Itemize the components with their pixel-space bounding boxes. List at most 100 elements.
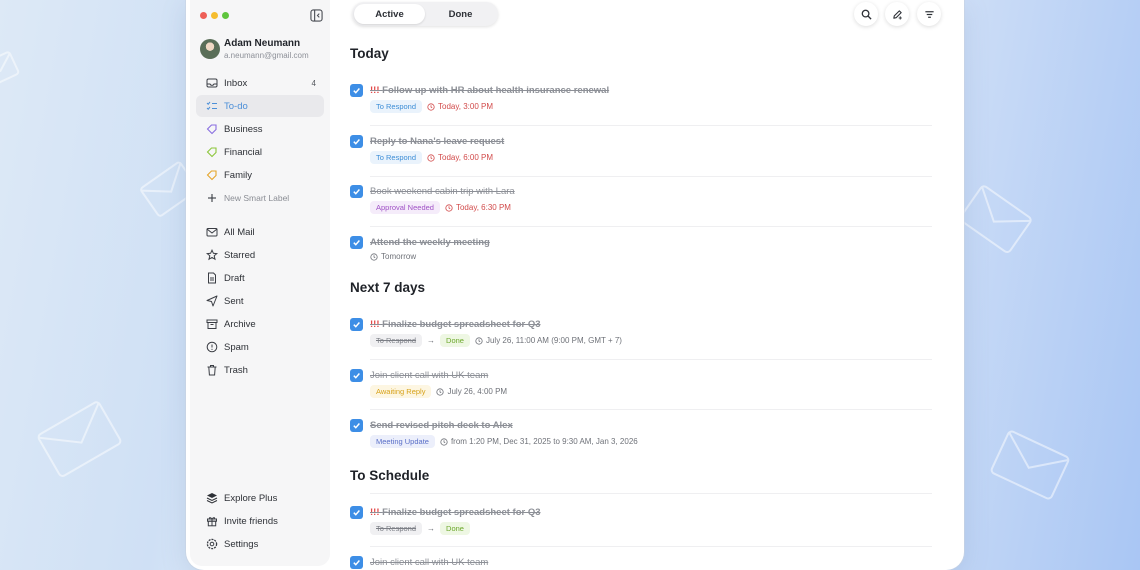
due-time: Today, 6:30 PM [445, 203, 511, 212]
clock-icon [427, 153, 435, 162]
task-checkbox[interactable] [350, 506, 363, 519]
sidebar-toggle-icon[interactable] [310, 9, 323, 22]
sidebar-item-label: Archive [224, 318, 256, 330]
label-icon [206, 123, 218, 135]
sidebar-item-label: Invite friends [224, 515, 278, 527]
sidebar-item-label: Inbox [224, 77, 248, 89]
trash-icon [206, 364, 218, 376]
divider [370, 493, 932, 494]
sidebar-item-all-mail[interactable]: All Mail [196, 221, 324, 243]
divider [370, 176, 932, 177]
sidebar-item-archive[interactable]: Archive [196, 313, 324, 335]
task-title: Send revised pitch deck to Alex [370, 420, 513, 431]
arrow-right-icon: → [427, 524, 436, 533]
divider [370, 546, 932, 547]
check-icon [353, 189, 360, 195]
label-icon [206, 169, 218, 181]
label-icon [206, 146, 218, 158]
clock-icon [440, 437, 448, 446]
sidebar-item-business[interactable]: Business [196, 118, 324, 140]
status-segmented-control: Active Done [352, 2, 498, 26]
tab-active[interactable]: Active [354, 4, 425, 24]
sidebar-item-label: Business [224, 123, 263, 135]
sidebar-item-label: Trash [224, 364, 248, 376]
divider [370, 409, 932, 410]
task-title: !!! Finalize budget spreadsheet for Q3 [370, 507, 541, 518]
sidebar-item-explore-plus[interactable]: Explore Plus [196, 487, 324, 509]
sidebar-item-sent[interactable]: Sent [196, 290, 324, 312]
check-icon [353, 373, 360, 379]
task-title: Reply to Nana's leave request [370, 136, 505, 147]
sidebar-item-label: Sent [224, 295, 244, 307]
sidebar: Adam Neumann a.neumann@gmail.com Inbox 4… [190, 0, 330, 566]
task-checkbox[interactable] [350, 236, 363, 249]
sidebar-item-financial[interactable]: Financial [196, 141, 324, 163]
minimize-window-button[interactable] [211, 12, 218, 19]
alert-circle-icon [206, 341, 218, 353]
search-button[interactable] [854, 2, 878, 26]
priority-marker: !!! [370, 319, 380, 330]
task-title: Attend the weekly meeting [370, 237, 490, 248]
tab-done[interactable]: Done [425, 4, 496, 24]
zoom-window-button[interactable] [222, 12, 229, 19]
task-checkbox[interactable] [350, 369, 363, 382]
sidebar-item-label: All Mail [224, 226, 255, 238]
previous-status-badge: To Respond [370, 334, 423, 347]
sidebar-item-label: Spam [224, 341, 249, 353]
archive-icon [206, 318, 218, 330]
status-badge: Done [440, 334, 470, 347]
status-badge: Approval Needed [370, 201, 440, 214]
task-checkbox[interactable] [350, 419, 363, 432]
user-email: a.neumann@gmail.com [224, 51, 309, 60]
divider [370, 125, 932, 126]
task-checkbox[interactable] [350, 135, 363, 148]
arrow-right-icon: → [427, 336, 436, 345]
gift-icon [206, 515, 218, 527]
check-icon [353, 139, 360, 145]
envelope-decoration-icon [37, 401, 122, 477]
document-icon [206, 272, 218, 284]
task-title-text: Follow up with HR about health insurance… [382, 85, 610, 96]
close-window-button[interactable] [200, 12, 207, 19]
sidebar-item-family[interactable]: Family [196, 164, 324, 186]
sidebar-item-todo[interactable]: To-do [196, 95, 324, 117]
section-heading-next-7-days: Next 7 days [350, 280, 426, 295]
window-controls [200, 12, 229, 19]
sidebar-item-starred[interactable]: Starred [196, 244, 324, 266]
layers-icon [206, 492, 218, 504]
task-checkbox[interactable] [350, 84, 363, 97]
sidebar-item-settings[interactable]: Settings [196, 533, 324, 555]
task-title: Join client call with UK team [370, 557, 489, 568]
clock-icon [445, 203, 453, 212]
task-checkbox[interactable] [350, 318, 363, 331]
status-badge: Awaiting Reply [370, 385, 432, 398]
inbox-icon [206, 77, 218, 89]
task-title: Book weekend cabin trip with Lara [370, 186, 515, 197]
sidebar-item-label: Family [224, 169, 252, 181]
due-time: Today, 3:00 PM [427, 102, 493, 111]
due-time-text: July 26, 11:00 AM (9:00 PM, GMT + 7) [485, 336, 622, 345]
sidebar-item-invite-friends[interactable]: Invite friends [196, 510, 324, 532]
sidebar-item-draft[interactable]: Draft [196, 267, 324, 289]
clock-icon [436, 387, 445, 396]
user-profile[interactable]: Adam Neumann a.neumann@gmail.com [200, 38, 309, 60]
sidebar-item-label: New Smart Label [224, 193, 290, 203]
sidebar-item-inbox[interactable]: Inbox 4 [196, 72, 324, 94]
sidebar-item-trash[interactable]: Trash [196, 359, 324, 381]
status-badge: Meeting Update [370, 435, 435, 448]
status-badge: To Respond [370, 100, 423, 113]
due-time: July 26, 4:00 PM [436, 387, 507, 396]
filter-button[interactable] [917, 2, 941, 26]
due-time-text: Today, 6:30 PM [455, 203, 511, 212]
user-name: Adam Neumann [224, 38, 301, 49]
compose-button[interactable] [885, 2, 909, 26]
new-smart-label-button[interactable]: New Smart Label [196, 187, 324, 209]
due-time-text: July 26, 4:00 PM [447, 387, 508, 396]
section-heading-today: Today [350, 46, 389, 61]
previous-status-badge: To Respond [370, 522, 423, 535]
sidebar-item-spam[interactable]: Spam [196, 336, 324, 358]
task-checkbox[interactable] [350, 556, 363, 569]
task-checkbox[interactable] [350, 185, 363, 198]
clock-icon [427, 102, 435, 111]
check-icon [353, 423, 360, 429]
